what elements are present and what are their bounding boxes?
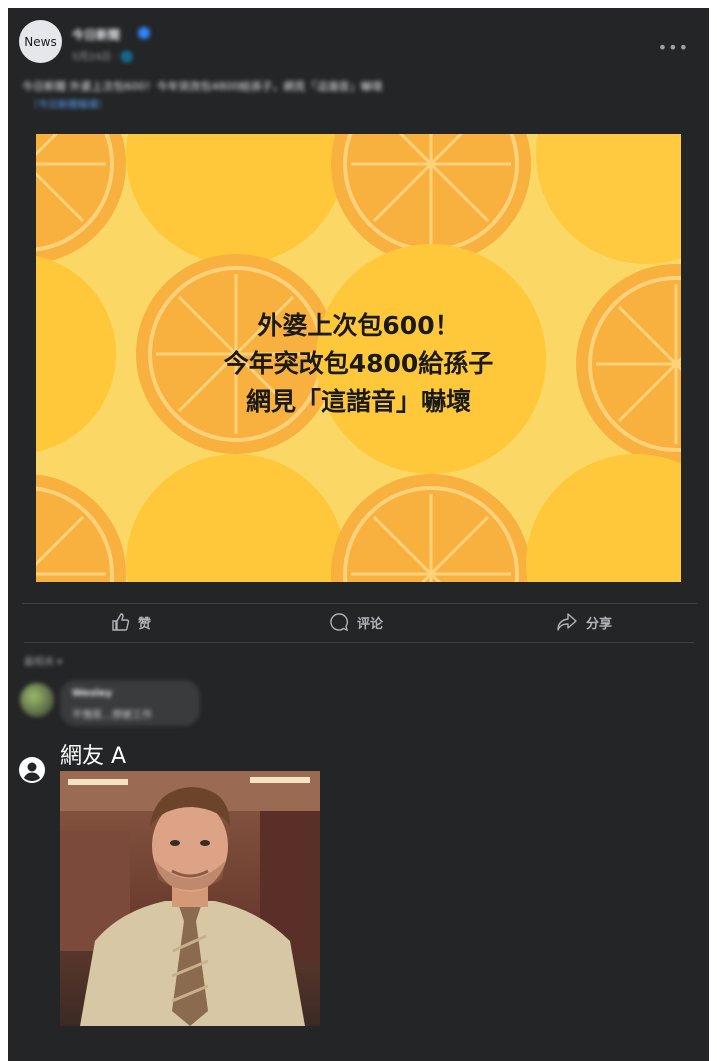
headline-line-2: 今年突改包4800給孫子 (223, 349, 494, 378)
post-timestamp[interactable]: 5月24日 · 🌐 (72, 48, 133, 63)
more-icon[interactable]: ••• (658, 38, 689, 57)
headline-line-3: 網見「這諧音」嚇壞 (245, 387, 471, 416)
thumbs-up-icon (112, 613, 130, 631)
post-link[interactable]: （今日新聞報導） (28, 96, 108, 111)
commenter-name[interactable]: Wesley (72, 688, 112, 699)
page-avatar[interactable]: News (19, 20, 62, 63)
commenter-avatar[interactable] (20, 683, 54, 717)
headline-line-1: 外婆上次包600！ (257, 311, 460, 340)
user-avatar-icon[interactable] (19, 757, 45, 783)
featured-commenter-name[interactable]: 網友 A (60, 738, 126, 770)
comment-bubble-icon (330, 613, 349, 632)
comment-text: 不愧是…想被工作 (72, 710, 152, 721)
post-image[interactable]: 外婆上次包600！ 今年突改包4800給孫子 網見「這諧音」嚇壞 (36, 134, 681, 582)
post-caption: 今日新聞 外婆上次包600！今年突改包4800給孫子，網見「這諧音」嚇壞 (22, 80, 383, 93)
share-button[interactable]: 分享 (556, 608, 612, 636)
post-card: News 今日新聞 5月24日 · 🌐 ••• 今日新聞 外婆上次包600！今年… (8, 8, 709, 1061)
share-label: 分享 (586, 616, 613, 632)
verified-icon (138, 27, 150, 39)
like-label: 赞 (138, 616, 152, 632)
like-button[interactable]: 赞 (110, 608, 151, 636)
divider (24, 642, 694, 643)
avatar-text: News (24, 34, 57, 49)
comment-reaction-image[interactable] (60, 771, 320, 1026)
divider (22, 603, 697, 604)
comment-label: 评论 (357, 616, 384, 632)
page-name[interactable]: 今日新聞 (72, 26, 120, 43)
share-arrow-icon (557, 613, 577, 631)
office-man-photo (60, 771, 320, 1026)
comment-button[interactable]: 评论 (329, 608, 383, 636)
comment-bubble: Wesley 不愧是…想被工作 (60, 680, 200, 726)
comment-sort-dropdown[interactable]: 最相关 ▾ (24, 653, 62, 668)
